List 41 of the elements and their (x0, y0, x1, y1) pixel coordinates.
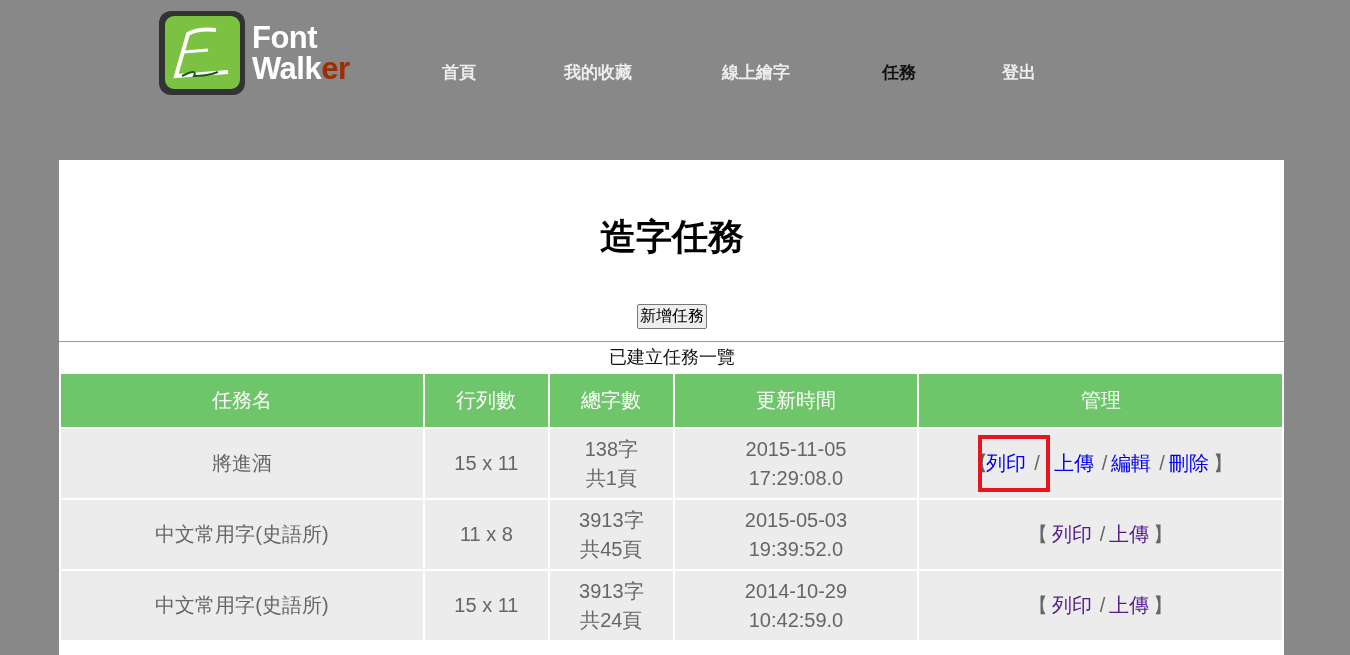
bracket-text: 】 (1212, 451, 1233, 476)
logo-icon (158, 10, 246, 96)
table-cell: 2015-11-05 17:29:08.0 (674, 429, 918, 498)
action-link[interactable]: 列印 (1051, 591, 1092, 620)
bracket-text: 】 (1153, 593, 1174, 618)
logo-text: Walker (252, 53, 350, 84)
action-link[interactable]: 上傳 (1109, 591, 1150, 620)
bracket-text: 】 (1153, 522, 1174, 547)
bracket-text: 【 (1027, 593, 1048, 618)
table-cell: 2015-05-03 19:39:52.0 (674, 500, 918, 569)
nav-link[interactable]: 任務 (881, 62, 916, 82)
column-header: 行列數 (425, 374, 548, 427)
column-header: 管理 (919, 374, 1282, 427)
table-cell: 中文常用字(史語所) (61, 500, 423, 569)
action-link[interactable]: 上傳 (1053, 449, 1094, 478)
page-title: 造字任務 (598, 215, 745, 259)
table-caption: 已建立任務一覽 (608, 347, 735, 367)
column-header: 更新時間 (674, 374, 918, 427)
column-header: 任務名 (61, 374, 423, 427)
separator-text: / (1101, 451, 1108, 476)
separator-text: / (1099, 593, 1106, 618)
table-cell: 中文常用字(史語所) (61, 571, 423, 640)
action-link[interactable]: 刪除 (1168, 449, 1209, 478)
table-cell: 2014-10-29 10:42:59.0 (674, 571, 918, 640)
separator-text: / (1034, 451, 1040, 476)
action-link[interactable]: 上傳 (1109, 520, 1150, 549)
separator-text: / (1099, 522, 1106, 547)
table-cell: 15 x 11 (425, 571, 548, 640)
action-link[interactable]: 編輯 (1111, 449, 1152, 478)
table-cell: 3913字 共24頁 (549, 571, 673, 640)
table-cell: 15 x 11 (425, 429, 548, 498)
table-cell: 將進酒 (61, 429, 423, 498)
action-link[interactable]: 列印 (1051, 520, 1092, 549)
table-cell: 138字 共1頁 (549, 429, 673, 498)
table-cell: 3913字 共45頁 (549, 500, 673, 569)
table-cell: 11 x 8 (425, 500, 548, 569)
column-header: 總字數 (549, 374, 673, 427)
logo-text: Font (252, 22, 319, 53)
separator-text: / (1159, 451, 1165, 476)
add-task-button[interactable]: 新增任務 (636, 304, 707, 329)
bracket-text: 【 (1027, 522, 1048, 547)
